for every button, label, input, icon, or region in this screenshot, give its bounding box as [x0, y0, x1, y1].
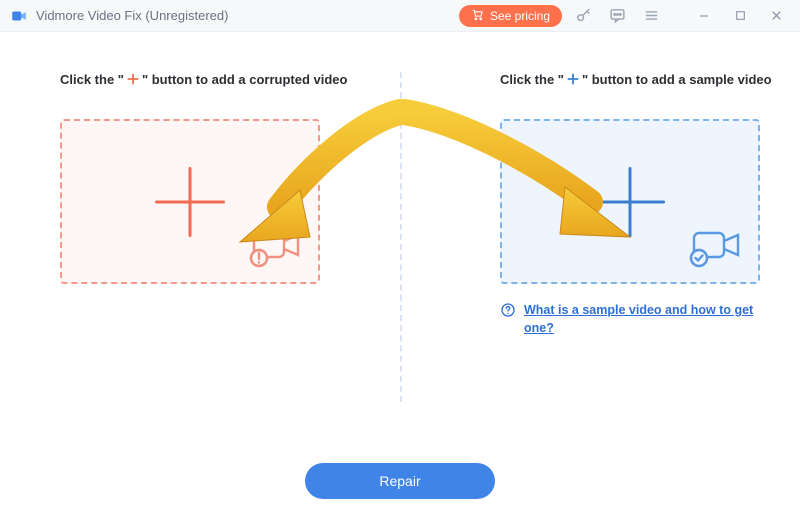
- plus-icon: [126, 72, 140, 89]
- help-row: What is a sample video and how to get on…: [500, 302, 760, 337]
- help-icon: [500, 302, 516, 318]
- sample-video-instruction: Click the "" button to add a sample vide…: [500, 72, 772, 89]
- video-ok-icon: [688, 227, 746, 272]
- plus-icon: [566, 72, 580, 89]
- corrupted-video-column: Click the "" button to add a corrupted v…: [60, 72, 350, 337]
- video-error-icon: [248, 227, 306, 272]
- sample-video-help-link[interactable]: What is a sample video and how to get on…: [524, 302, 760, 337]
- app-logo-icon: [10, 7, 28, 25]
- cart-icon: [471, 8, 484, 24]
- add-sample-video-dropzone[interactable]: [500, 119, 760, 284]
- maximize-button[interactable]: [726, 3, 754, 29]
- vertical-divider: [400, 72, 402, 402]
- repair-button[interactable]: Repair: [305, 463, 495, 499]
- plus-icon: [595, 167, 665, 237]
- feedback-icon[interactable]: [604, 3, 630, 29]
- see-pricing-button[interactable]: See pricing: [459, 5, 562, 27]
- footer: Repair: [0, 447, 800, 515]
- main-content: Click the "" button to add a corrupted v…: [0, 32, 800, 447]
- key-icon[interactable]: [570, 3, 596, 29]
- app-title: Vidmore Video Fix (Unregistered): [36, 8, 228, 23]
- sample-video-column: Click the "" button to add a sample vide…: [470, 72, 772, 337]
- see-pricing-label: See pricing: [490, 9, 550, 23]
- add-corrupted-video-dropzone[interactable]: [60, 119, 320, 284]
- corrupted-video-instruction: Click the "" button to add a corrupted v…: [60, 72, 347, 89]
- plus-icon: [155, 167, 225, 237]
- menu-icon[interactable]: [638, 3, 664, 29]
- titlebar: Vidmore Video Fix (Unregistered) See pri…: [0, 0, 800, 32]
- minimize-button[interactable]: [690, 3, 718, 29]
- close-button[interactable]: [762, 3, 790, 29]
